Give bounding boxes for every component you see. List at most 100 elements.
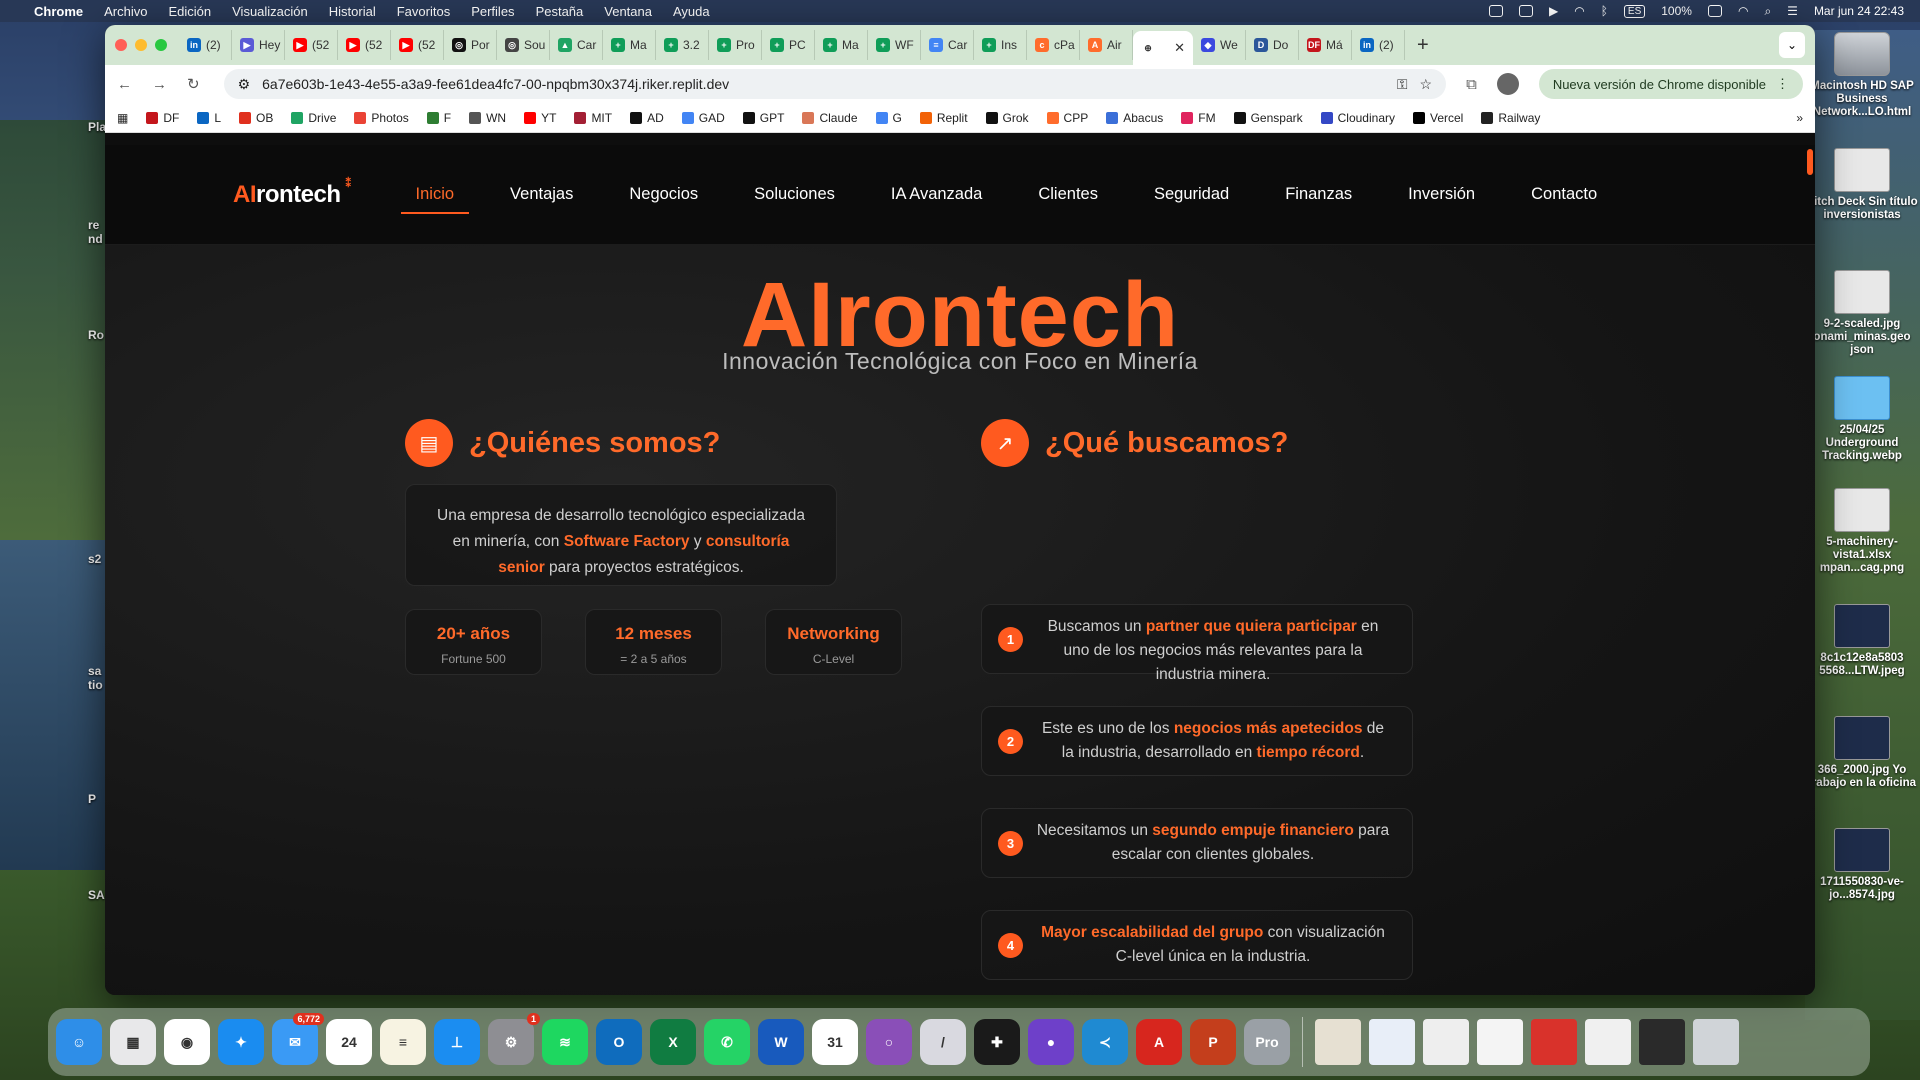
dock-app-calendar-31-icon[interactable]: 31 (812, 1019, 858, 1065)
browser-tab[interactable]: + Ma (603, 30, 656, 60)
menu-favoritos[interactable]: Favoritos (397, 4, 450, 19)
bookmark-item[interactable]: Photos (354, 111, 409, 125)
browser-tab[interactable]: + WF (868, 30, 921, 60)
desktop-label-fragment[interactable]: Pla (88, 120, 106, 134)
password-key-icon[interactable]: ⚿ (1397, 76, 1408, 93)
wifi-icon[interactable]: ◠ (1738, 4, 1748, 18)
reload-icon[interactable]: ↻ (187, 75, 200, 93)
bookmark-item[interactable]: F (426, 111, 451, 125)
extensions-puzzle-icon[interactable]: ⧉ (1466, 76, 1477, 93)
bookmark-item[interactable]: Vercel (1413, 111, 1463, 125)
desktop-label-fragment[interactable]: P (88, 792, 96, 806)
browser-tab[interactable]: + Pro (709, 30, 762, 60)
tab-search-chevron-icon[interactable]: ⌄ (1779, 32, 1805, 58)
desktop-icon-oficina[interactable]: 366_2000.jpg Yo trabajo en la oficina (1806, 716, 1918, 790)
browser-tab[interactable]: + Ma (815, 30, 868, 60)
dock-app-mail-icon[interactable]: ✉ 6,772 (272, 1013, 324, 1065)
desktop-icon-geojson[interactable]: 9-2-scaled.jpg onami_minas.geo json (1806, 270, 1918, 357)
desktop-label-fragment[interactable]: Ro (88, 328, 104, 342)
dock-app-vscode-icon[interactable]: ≺ (1082, 1019, 1128, 1065)
bookmark-item[interactable]: L (197, 111, 221, 125)
menu-ayuda[interactable]: Ayuda (673, 4, 710, 19)
browser-tab[interactable]: A Air (1080, 30, 1133, 60)
chrome-update-button[interactable]: Nueva versión de Chrome disponible ⋮ (1538, 69, 1803, 99)
bookmark-item[interactable]: Railway (1481, 111, 1540, 125)
dock-app-circle-app-icon[interactable]: ○ (866, 1019, 912, 1065)
dock-app-chrome-icon[interactable]: ◉ (164, 1019, 210, 1065)
forward-arrow-icon[interactable]: → (152, 76, 167, 93)
address-bar[interactable]: ⚙ 6a7e603b-1e43-4e55-a3a9-fee61dea4fc7-0… (223, 69, 1447, 99)
menu-visualizacion[interactable]: Visualización (232, 4, 308, 19)
dock-recent-doc-3-icon[interactable] (1423, 1019, 1469, 1065)
bookmark-item[interactable]: Replit (919, 111, 968, 125)
nav-contacto[interactable]: Contacto (1531, 171, 1597, 218)
desktop-label-fragment[interactable]: SA (88, 888, 105, 902)
menu-pestana[interactable]: Pestaña (536, 4, 584, 19)
desktop-icon-macintosh-hd[interactable]: Macintosh HD SAP Business Network...LO.h… (1806, 32, 1918, 119)
dock-recent-doc-4-icon[interactable] (1477, 1019, 1523, 1065)
tab-active[interactable]: ⊕ ✕ (1133, 31, 1193, 65)
battery-percent[interactable]: 100% (1661, 4, 1692, 18)
nav-ia-avanzada[interactable]: IA Avanzada (891, 171, 982, 218)
menu-app-name[interactable]: Chrome (34, 4, 83, 19)
browser-tab[interactable]: ◎ Sou (497, 30, 550, 60)
bookmark-item[interactable]: CPP (1046, 111, 1088, 125)
bookmark-item[interactable]: DF (146, 111, 179, 125)
input-language-badge[interactable]: ES (1623, 4, 1646, 18)
bookmark-item[interactable]: G (875, 111, 902, 125)
dock-app-spotify-icon[interactable]: ≋ (542, 1019, 588, 1065)
control-center-icon[interactable]: ☰ (1787, 4, 1798, 18)
browser-tab[interactable]: in (2) (179, 30, 232, 60)
apps-grid-icon[interactable]: ▦ (117, 111, 128, 125)
bookmark-item[interactable]: Abacus (1106, 111, 1163, 125)
dock-app-safari-icon[interactable]: ✦ (218, 1019, 264, 1065)
bookmark-item[interactable]: Grok (985, 111, 1029, 125)
menu-historial[interactable]: Historial (329, 4, 376, 19)
arrow-app-icon[interactable] (1518, 5, 1533, 17)
profile-avatar[interactable] (1496, 73, 1519, 95)
close-window-button[interactable] (115, 39, 127, 51)
browser-tab[interactable]: ◎ Por (444, 30, 497, 60)
browser-tab[interactable]: ▲ Car (550, 30, 603, 60)
browser-tab[interactable]: D Do (1246, 30, 1299, 60)
zoom-window-button[interactable] (155, 39, 167, 51)
dock-app-whatsapp-icon[interactable]: ✆ (704, 1019, 750, 1065)
bookmark-item[interactable]: WN (469, 111, 506, 125)
browser-tab[interactable]: c cPa (1027, 30, 1080, 60)
dock-recent-trash-icon[interactable] (1693, 1019, 1739, 1065)
nav-ventajas[interactable]: Ventajas (510, 171, 573, 218)
dock-recent-doc-7-icon[interactable] (1639, 1019, 1685, 1065)
bookmark-item[interactable]: Claude (802, 111, 858, 125)
dock-app-pencil-app-icon[interactable]: / (920, 1019, 966, 1065)
headphones-icon[interactable]: ◠ (1574, 4, 1584, 18)
bookmark-star-icon[interactable]: ☆ (1420, 76, 1433, 93)
browser-tab[interactable]: ▶ Hey (232, 30, 285, 60)
dock-recent-doc-5-icon[interactable] (1531, 1019, 1577, 1065)
dock-app-powerpoint-icon[interactable]: P (1190, 1019, 1236, 1065)
dock-app-github-desktop-icon[interactable]: ● (1028, 1019, 1074, 1065)
bookmark-item[interactable]: Drive (291, 111, 336, 125)
menu-ventana[interactable]: Ventana (604, 4, 652, 19)
nav-seguridad[interactable]: Seguridad (1154, 171, 1229, 218)
bookmark-item[interactable]: GPT (742, 111, 784, 125)
spotlight-search-icon[interactable]: ⌕ (1764, 4, 1771, 19)
dock-recent-doc-6-icon[interactable] (1585, 1019, 1631, 1065)
nav-finanzas[interactable]: Finanzas (1285, 171, 1352, 218)
dock-recent-doc-2-icon[interactable] (1369, 1019, 1415, 1065)
nav-soluciones[interactable]: Soluciones (754, 171, 835, 218)
screen-mirror-icon[interactable] (1488, 5, 1503, 17)
close-tab-icon[interactable]: ✕ (1174, 40, 1185, 56)
dock-app-finder-icon[interactable]: ☺ (56, 1019, 102, 1065)
desktop-icon-underground-tracking[interactable]: 25/04/25 Underground Tracking.webp (1806, 376, 1918, 463)
desktop-label-fragment[interactable]: s2 (88, 552, 101, 566)
dock-recent-doc-1-icon[interactable] (1315, 1019, 1361, 1065)
url-text[interactable]: 6a7e603b-1e43-4e55-a3a9-fee61dea4fc7-00-… (262, 76, 1385, 92)
bluetooth-icon[interactable]: ᛒ (1601, 4, 1608, 18)
minimize-window-button[interactable] (135, 39, 147, 51)
dock-app-calendar-icon[interactable]: 24 (326, 1019, 372, 1065)
menu-archivo[interactable]: Archivo (104, 4, 147, 19)
play-circle-icon[interactable]: ▶ (1549, 4, 1558, 18)
browser-tab[interactable]: ≡ Car (921, 30, 974, 60)
bookmark-item[interactable]: FM (1181, 111, 1216, 125)
bookmark-item[interactable]: YT (524, 111, 556, 125)
